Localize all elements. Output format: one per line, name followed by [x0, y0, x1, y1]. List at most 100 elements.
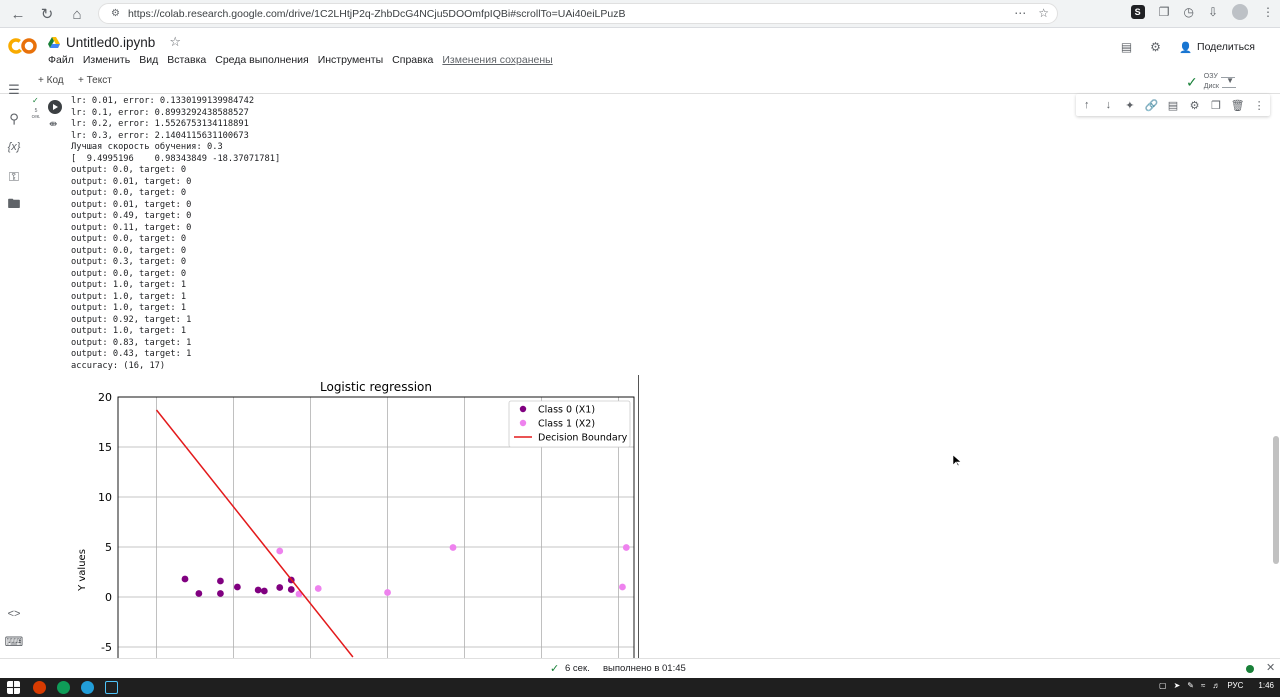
menu-file[interactable]: Файл — [48, 54, 74, 66]
menu-runtime[interactable]: Среда выполнения — [215, 54, 308, 66]
telegram-icon[interactable] — [81, 681, 94, 694]
tray-screen-icon[interactable]: ▢ — [1159, 681, 1167, 690]
output-line: output: 0.01, target: 0 — [71, 199, 192, 210]
status-check-icon: ✓ — [550, 663, 560, 675]
output-actions-icon[interactable]: ⇼ — [49, 119, 57, 130]
tray-send-icon[interactable]: ➤ — [1174, 681, 1181, 690]
browser-menu-icon[interactable]: ⋮ — [1262, 5, 1274, 19]
edge-browser-icon[interactable] — [57, 681, 70, 694]
notebook-toolbar: + Код + Текст ✓ ОЗУ Диск ▼ — [0, 70, 1280, 94]
y-tick-label: 10 — [98, 491, 112, 504]
scrollbar[interactable] — [1272, 94, 1280, 658]
downloads-icon[interactable]: ⇩ — [1208, 5, 1218, 19]
site-info-icon[interactable]: ⚙ — [111, 8, 120, 19]
colab-logo[interactable] — [8, 37, 38, 55]
ram-label: ОЗУ — [1203, 73, 1218, 80]
reader-icon[interactable]: ⋯ — [1014, 6, 1026, 20]
menu-view[interactable]: Вид — [139, 54, 158, 66]
add-text-button[interactable]: + Текст — [78, 75, 112, 86]
exec-time: 5 сек. — [31, 108, 41, 120]
more-options-icon[interactable]: ⋮ — [1251, 99, 1267, 112]
code-snippets-icon[interactable]: <> — [6, 606, 22, 622]
terminal-icon[interactable]: ⌨ — [5, 634, 24, 650]
back-icon[interactable]: ← — [4, 0, 32, 28]
extension-s-icon[interactable]: S — [1130, 5, 1145, 19]
tray-lang[interactable]: РУС — [1227, 681, 1243, 690]
menu-help[interactable]: Справка — [392, 54, 433, 66]
menu-tools[interactable]: Инструменты — [318, 54, 383, 66]
tray-volume-icon[interactable]: ♬ — [1212, 681, 1220, 690]
comment-icon[interactable]: ▤ — [1165, 99, 1181, 112]
tray-pen-icon[interactable]: ✎ — [1187, 681, 1194, 690]
secrets-key-icon[interactable]: ⚿ — [6, 169, 22, 185]
url-text: https://colab.research.google.com/drive/… — [127, 7, 626, 20]
status-completed: выполнено в 01:45 — [603, 663, 686, 674]
class1-point — [622, 544, 630, 551]
profile-avatar[interactable] — [1232, 4, 1248, 20]
move-up-icon[interactable]: ↑ — [1079, 99, 1095, 111]
notebook-title[interactable]: Untitled0.ipynb — [66, 35, 155, 50]
app-red-icon[interactable] — [33, 681, 46, 694]
mirror-cell-icon[interactable]: ❐ — [1208, 99, 1224, 112]
class0-point — [254, 586, 262, 594]
status-close-icon[interactable]: ✕ — [1266, 661, 1275, 674]
history-icon[interactable]: ◷ — [1183, 5, 1193, 19]
menu-insert[interactable]: Вставка — [167, 54, 206, 66]
legend-dot-marker — [519, 405, 527, 413]
bookmark-star-icon[interactable]: ☆ — [1038, 6, 1049, 20]
tray-wifi-icon[interactable]: ≈ — [1201, 681, 1205, 690]
comments-icon[interactable]: ▤ — [1121, 40, 1132, 54]
tray-clock[interactable]: 1:46 — [1258, 681, 1274, 690]
class0-point — [287, 586, 295, 593]
class1-point — [314, 585, 322, 592]
output-line: lr: 0.1, error: 0.8993292438588527 — [71, 107, 249, 118]
browser-toolbar: ← ↻ ⌂ ⚙ https://colab.research.google.co… — [0, 0, 1280, 28]
scroll-thumb[interactable] — [1273, 436, 1279, 564]
toc-icon[interactable]: ☰ — [6, 82, 22, 98]
gemini-sparkle-icon[interactable]: ✦ — [1122, 99, 1138, 112]
saved-status[interactable]: Изменения сохранены — [442, 54, 552, 66]
y-tick-label: -5 — [101, 641, 112, 654]
extensions-icon[interactable]: ❐ — [1159, 5, 1170, 19]
search-icon[interactable]: ⚲ — [6, 111, 22, 127]
output-line: output: 1.0, target: 1 — [71, 303, 187, 313]
reload-icon[interactable]: ↻ — [33, 0, 61, 28]
class0-point — [195, 590, 203, 597]
output-line: output: 0.92, target: 1 — [71, 314, 192, 325]
cell-output: lr: 0.01, error: 0.1330199139984742 lr: 0… — [71, 96, 280, 372]
menu-edit[interactable]: Изменить — [83, 54, 130, 66]
move-down-icon[interactable]: ↓ — [1100, 99, 1116, 111]
link-icon[interactable]: 🔗 — [1143, 99, 1159, 112]
class0-point — [217, 590, 224, 597]
left-sidebar: ☰ ⚲ {x} ⚿ 🖿 <> ⌨ — [0, 76, 28, 658]
files-folder-icon[interactable]: 🖿 — [6, 196, 22, 214]
legend-label: Class 1 (X2) — [538, 419, 595, 430]
windows-start-icon[interactable] — [7, 681, 20, 694]
person-add-icon: 👤 — [1178, 41, 1193, 54]
output-line: [ 9.4995196 0.98343849 -18.37071781] — [71, 153, 281, 164]
output-line: output: 1.0, target: 1 — [71, 326, 187, 336]
delete-icon[interactable]: 🗑 — [1230, 99, 1246, 112]
add-code-button[interactable]: + Код — [38, 75, 64, 86]
class1-point — [384, 589, 391, 596]
output-line: lr: 0.01, error: 0.1330199139984742 — [71, 96, 255, 106]
drive-icon[interactable] — [48, 36, 60, 48]
output-line: output: 0.0, target: 0 — [71, 268, 187, 279]
settings-icon[interactable]: ⚙ — [1150, 40, 1161, 54]
y-tick-label: 0 — [105, 591, 112, 604]
runtime-dropdown-icon[interactable]: ▼ — [1226, 76, 1234, 85]
home-icon[interactable]: ⌂ — [63, 0, 91, 28]
variables-icon[interactable]: {x} — [6, 139, 22, 155]
y-tick-label: 5 — [105, 541, 112, 554]
windows-taskbar: ▢ ➤ ✎ ≈ ♬ РУС 1:46 — [0, 678, 1280, 697]
share-button[interactable]: 👤 Поделиться — [1179, 41, 1255, 54]
output-line: lr: 0.3, error: 2.1404115631100673 — [71, 130, 249, 141]
run-cell-button[interactable] — [48, 100, 62, 114]
snipping-tool-icon[interactable] — [105, 681, 118, 694]
exec-check-icon: ✓ — [32, 96, 39, 105]
connected-check-icon: ✓ — [1186, 73, 1198, 90]
address-bar[interactable]: ⚙ https://colab.research.google.com/driv… — [98, 3, 1058, 24]
star-icon[interactable]: ☆ — [169, 34, 181, 50]
cell-settings-icon[interactable]: ⚙ — [1187, 99, 1203, 112]
mouse-cursor-icon — [953, 455, 961, 467]
